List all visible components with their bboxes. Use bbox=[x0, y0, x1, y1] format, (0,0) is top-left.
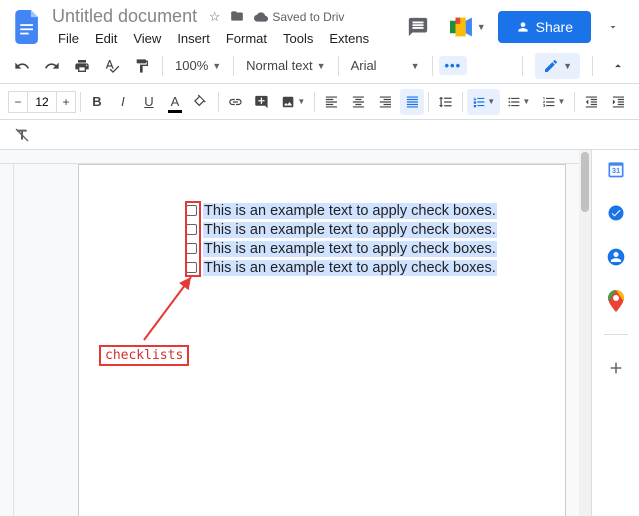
move-icon[interactable] bbox=[230, 9, 244, 25]
numbered-list-button[interactable]: ▼ bbox=[537, 89, 570, 115]
share-button[interactable]: Share bbox=[498, 11, 591, 43]
svg-text:31: 31 bbox=[611, 166, 619, 175]
undo-button[interactable] bbox=[8, 53, 36, 79]
font-size-input[interactable] bbox=[28, 91, 56, 113]
decrease-indent-button[interactable] bbox=[579, 89, 604, 115]
line-spacing-button[interactable] bbox=[433, 89, 458, 115]
calendar-addon-icon[interactable]: 31 bbox=[605, 158, 627, 180]
more-toolbar-button[interactable]: ••• bbox=[439, 56, 468, 75]
document-canvas[interactable]: This is an example text to apply check b… bbox=[0, 150, 591, 516]
document-title[interactable]: Untitled document bbox=[52, 6, 197, 27]
star-icon[interactable]: ☆ bbox=[209, 9, 221, 25]
checklist-text[interactable]: This is an example text to apply check b… bbox=[203, 203, 497, 219]
account-menu[interactable] bbox=[603, 17, 623, 37]
highlight-button[interactable] bbox=[189, 89, 214, 115]
align-center-button[interactable] bbox=[346, 89, 371, 115]
insert-image-button[interactable]: ▼ bbox=[276, 89, 310, 115]
add-comment-button[interactable] bbox=[249, 89, 274, 115]
menu-bar: File Edit View Insert Format Tools Exten… bbox=[52, 29, 398, 48]
checklist-item[interactable]: This is an example text to apply check b… bbox=[185, 220, 497, 239]
print-button[interactable] bbox=[68, 53, 96, 79]
menu-insert[interactable]: Insert bbox=[171, 29, 216, 48]
document-page[interactable]: This is an example text to apply check b… bbox=[78, 164, 566, 516]
bulleted-list-button[interactable]: ▼ bbox=[502, 89, 535, 115]
keep-addon-icon[interactable] bbox=[605, 202, 627, 224]
add-addon-button[interactable] bbox=[605, 357, 627, 379]
meet-button[interactable]: ▼ bbox=[450, 9, 486, 45]
menu-file[interactable]: File bbox=[52, 29, 85, 48]
contacts-addon-icon[interactable] bbox=[605, 246, 627, 268]
italic-button[interactable]: I bbox=[111, 89, 135, 115]
decrease-font-button[interactable]: − bbox=[8, 91, 28, 113]
checklist-item[interactable]: This is an example text to apply check b… bbox=[185, 258, 497, 277]
styles-dropdown[interactable]: Normal text▼ bbox=[240, 56, 331, 75]
maps-addon-icon[interactable] bbox=[605, 290, 627, 312]
menu-extensions[interactable]: Extens bbox=[323, 29, 375, 48]
checklist-item[interactable]: This is an example text to apply check b… bbox=[185, 201, 497, 220]
checklist-text[interactable]: This is an example text to apply check b… bbox=[203, 260, 497, 276]
annotation-box-checkboxes bbox=[185, 201, 201, 277]
insert-link-button[interactable] bbox=[223, 89, 248, 115]
save-status: Saved to Driv bbox=[254, 9, 344, 25]
text-color-button[interactable]: A bbox=[163, 89, 187, 115]
collapse-toolbar-button[interactable] bbox=[605, 53, 631, 79]
checklist-text[interactable]: This is an example text to apply check b… bbox=[203, 241, 497, 257]
align-justify-button[interactable] bbox=[400, 89, 425, 115]
zoom-dropdown[interactable]: 100%▼ bbox=[169, 56, 227, 75]
menu-edit[interactable]: Edit bbox=[89, 29, 123, 48]
vertical-scrollbar[interactable] bbox=[579, 150, 591, 516]
comments-button[interactable] bbox=[398, 7, 438, 47]
editing-mode-button[interactable]: ▼ bbox=[535, 53, 580, 79]
docs-logo[interactable] bbox=[8, 7, 48, 47]
underline-button[interactable]: U bbox=[137, 89, 161, 115]
menu-tools[interactable]: Tools bbox=[277, 29, 319, 48]
paint-format-button[interactable] bbox=[128, 53, 156, 79]
checklist-item[interactable]: This is an example text to apply check b… bbox=[185, 239, 497, 258]
increase-indent-button[interactable] bbox=[606, 89, 631, 115]
checklist-button[interactable]: ▼ bbox=[467, 89, 500, 115]
spellcheck-button[interactable] bbox=[98, 53, 126, 79]
annotation-label: checklists bbox=[99, 345, 189, 366]
increase-font-button[interactable]: + bbox=[56, 91, 76, 113]
align-left-button[interactable] bbox=[319, 89, 344, 115]
font-dropdown[interactable]: Arial▼ bbox=[345, 56, 426, 75]
menu-view[interactable]: View bbox=[127, 29, 167, 48]
vertical-ruler[interactable] bbox=[0, 164, 14, 516]
clear-formatting-button[interactable] bbox=[8, 125, 36, 145]
side-panel: 31 bbox=[591, 150, 639, 516]
toolbar-tertiary bbox=[0, 120, 639, 150]
toolbar-primary: 100%▼ Normal text▼ Arial▼ ••• ▼ bbox=[0, 48, 639, 84]
redo-button[interactable] bbox=[38, 53, 66, 79]
toolbar-secondary: − + B I U A ▼ ▼ ▼ ▼ bbox=[0, 84, 639, 120]
annotation-arrow bbox=[139, 265, 199, 345]
align-right-button[interactable] bbox=[373, 89, 398, 115]
checklist-text[interactable]: This is an example text to apply check b… bbox=[203, 222, 497, 238]
menu-format[interactable]: Format bbox=[220, 29, 273, 48]
bold-button[interactable]: B bbox=[85, 89, 109, 115]
side-separator bbox=[604, 334, 628, 335]
horizontal-ruler[interactable] bbox=[0, 150, 591, 164]
